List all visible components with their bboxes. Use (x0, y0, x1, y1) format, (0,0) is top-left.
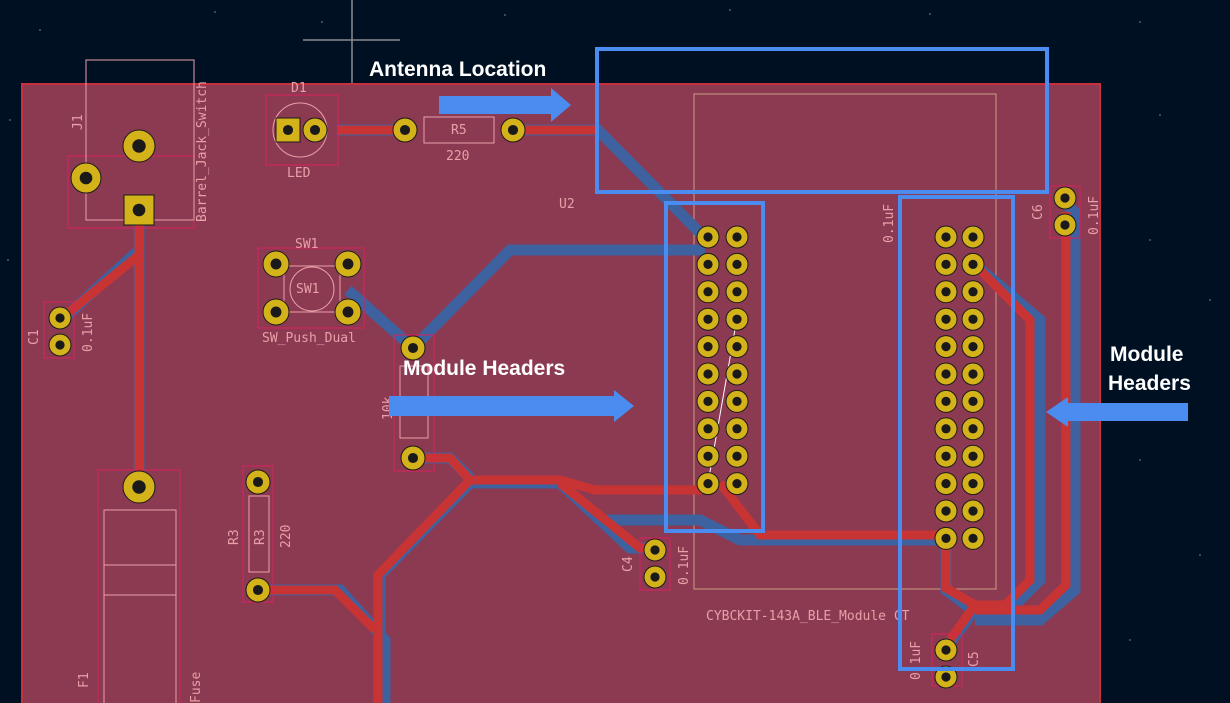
header-right-pin-hole (968, 424, 978, 434)
d1-pad-hole (282, 124, 294, 136)
sw1-ref: SW1 (295, 237, 318, 252)
sw1-pad-hole (342, 258, 354, 270)
r5-ref: R5 (451, 123, 467, 138)
header-right-pin-hole (941, 369, 951, 379)
j1-pad-hole (132, 203, 146, 217)
header-right-pin-hole (941, 232, 951, 242)
sw1-value: SW_Push_Dual (262, 331, 356, 346)
module-headers-label-right-line2: Headers (1108, 372, 1191, 395)
c4-ref: C4 (621, 556, 636, 572)
c1-ref: C1 (27, 329, 42, 345)
header-left-pin-hole (732, 396, 742, 407)
u2-cap-value: 0.1uF (882, 204, 897, 243)
header-right-pin-hole (968, 506, 978, 516)
u2-value: CYBCKIT-143A_BLE_Module CT (706, 609, 910, 624)
f1-value: Fuse (189, 672, 204, 703)
j1-ref: J1 (71, 114, 86, 130)
c6-pad-hole (1060, 220, 1070, 230)
d1-value: LED (287, 166, 311, 181)
c5-value: 0.1uF (909, 641, 924, 680)
r3-ref: R3 (227, 529, 242, 545)
header-right-pin-hole (941, 396, 951, 407)
header-right-pin-hole (941, 478, 951, 489)
header-left-pin-hole (732, 287, 742, 297)
header-left-pin-hole (732, 451, 742, 461)
header-left-pin-hole (732, 232, 742, 242)
header-right-pin-hole (968, 478, 978, 489)
header-left-pin-hole (703, 314, 713, 324)
sw1-inner: SW1 (296, 282, 319, 297)
header-left-pin-hole (732, 259, 742, 270)
header-right-pin-hole (968, 232, 978, 242)
header-right-pin-hole (941, 506, 951, 516)
header-right-pin-hole (968, 287, 978, 297)
header-right-pin-hole (941, 451, 951, 461)
header-right-pin-hole (968, 533, 978, 544)
r5-pad-hole (399, 124, 411, 136)
header-left-pin-hole (732, 424, 742, 434)
header-right-pin-hole (968, 259, 978, 270)
pcb-editor-canvas[interactable]: J1 Barrel_Jack_Switch D1 LED R5 220 U2 S… (0, 0, 1230, 703)
r3-value: 220 (279, 525, 294, 548)
c1-pad-hole (55, 340, 65, 350)
f1-ref: F1 (77, 672, 92, 688)
header-right-pin-hole (941, 259, 951, 270)
c1-pad-hole (55, 313, 65, 323)
header-left-pin-hole (703, 396, 713, 407)
sw1-pad-hole (342, 306, 354, 318)
header-left-pin-hole (703, 287, 713, 297)
header-left-pin-hole (732, 341, 742, 352)
u2-ref: U2 (559, 197, 575, 212)
header-right-pin-hole (968, 451, 978, 461)
r-pullup-pad-hole (407, 452, 419, 464)
header-right-pin-hole (968, 369, 978, 379)
c4-value: 0.1uF (677, 546, 692, 585)
header-right-pin-hole (968, 341, 978, 352)
header-left-pin-hole (732, 369, 742, 379)
r5-pad-hole (507, 124, 519, 136)
antenna-location-label: Antenna Location (369, 58, 547, 81)
j1-value: Barrel_Jack_Switch (195, 81, 210, 222)
j1-pad-hole (132, 139, 146, 153)
r3-inner: R3 (253, 529, 268, 545)
header-right-pin-hole (941, 314, 951, 324)
f1-pad-hole (132, 480, 146, 494)
c1-value: 0.1uF (81, 313, 96, 352)
header-left-pin-hole (703, 369, 713, 379)
c4-pad-hole (650, 572, 660, 582)
j1-pad-hole (79, 171, 93, 185)
header-left-pin-hole (703, 451, 713, 461)
header-right-pin-hole (968, 396, 978, 407)
header-left-pin-hole (732, 314, 742, 324)
c6-value: 0.1uF (1087, 196, 1102, 235)
c4-pad-hole (650, 545, 660, 555)
header-left-pin-hole (703, 232, 713, 242)
c5-pad-hole (941, 645, 951, 655)
header-right-pin-hole (941, 287, 951, 297)
module-headers-label-right-line1: Module (1110, 343, 1184, 366)
header-left-pin-hole (703, 424, 713, 434)
sw1-pad-hole (270, 258, 282, 270)
sw1-pad-hole (270, 306, 282, 318)
module-headers-label-center: Module Headers (403, 357, 566, 380)
c5-pad-hole (941, 672, 951, 682)
header-left-pin-hole (703, 341, 713, 352)
header-left-pin-hole (732, 478, 742, 489)
header-right-pin-hole (941, 341, 951, 352)
r3-pad-hole (252, 584, 264, 596)
header-right-pin-hole (968, 314, 978, 324)
c6-ref: C6 (1031, 204, 1046, 220)
header-right-pin-hole (941, 424, 951, 434)
r5-value: 220 (446, 149, 469, 164)
header-left-pin-hole (703, 259, 713, 270)
d1-ref: D1 (291, 81, 307, 96)
r3-pad-hole (252, 476, 264, 488)
c5-ref: C5 (967, 651, 982, 667)
header-left-pin-hole (703, 478, 713, 489)
right-headers-arrow-icon (1046, 397, 1188, 427)
header-right-pin-hole (941, 533, 951, 544)
d1-pad-hole (309, 124, 321, 136)
c6-pad-hole (1060, 193, 1070, 203)
r-pullup-pad-hole (407, 342, 419, 354)
